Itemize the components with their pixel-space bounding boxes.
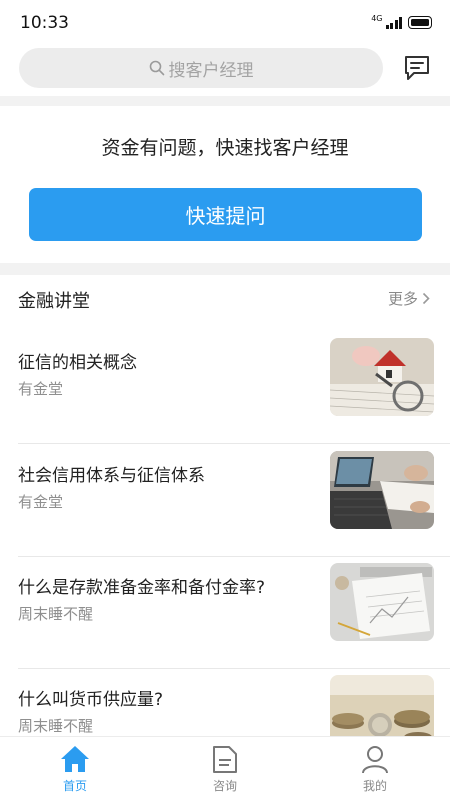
article-author: 有金堂 xyxy=(18,493,64,511)
battery-icon xyxy=(408,16,432,29)
status-icons: 4G xyxy=(371,14,432,29)
tab-consult[interactable]: 咨询 xyxy=(150,737,300,801)
signal-icon xyxy=(385,16,402,29)
article-title: 什么是存款准备金率和备付金率? xyxy=(18,578,266,598)
chevron-right-icon xyxy=(422,292,430,305)
article-author: 周末睡不醒 xyxy=(18,605,94,623)
tab-label: 首页 xyxy=(62,779,87,793)
user-icon xyxy=(362,746,388,774)
search-placeholder: 搜客户经理 xyxy=(168,60,254,81)
article-item[interactable]: 什么是存款准备金率和备付金率? 周末睡不醒 xyxy=(0,557,450,669)
article-thumbnail xyxy=(330,338,434,416)
status-bar: 10:33 4G xyxy=(0,0,450,44)
tab-bar: 首页 咨询 我的 xyxy=(0,736,450,801)
tab-label: 我的 xyxy=(362,779,387,793)
tab-home[interactable]: 首页 xyxy=(0,737,150,801)
article-author: 有金堂 xyxy=(18,380,64,398)
tab-mine[interactable]: 我的 xyxy=(300,737,450,801)
row-divider xyxy=(18,443,450,444)
article-author: 周末睡不醒 xyxy=(18,717,94,735)
section-title: 金融讲堂 xyxy=(18,291,90,312)
article-thumbnail xyxy=(330,563,434,641)
home-icon xyxy=(61,746,89,772)
finance-lecture-header: 金融讲堂 更多 xyxy=(0,278,450,318)
section-divider xyxy=(0,96,450,106)
article-title: 征信的相关概念 xyxy=(18,353,137,373)
quick-ask-button[interactable]: 快速提问 xyxy=(29,188,422,241)
tab-label: 咨询 xyxy=(212,779,237,793)
article-item[interactable]: 征信的相关概念 有金堂 xyxy=(0,332,450,444)
article-title: 什么叫货币供应量? xyxy=(18,690,164,710)
network-label: 4G xyxy=(371,14,383,23)
search-input[interactable]: 搜客户经理 xyxy=(19,48,383,88)
more-link[interactable]: 更多 xyxy=(388,288,430,309)
more-label: 更多 xyxy=(387,290,418,308)
section-divider xyxy=(0,263,450,275)
search-icon xyxy=(149,60,164,76)
ask-prompt: 资金有问题，快速找客户经理 xyxy=(101,137,349,159)
article-title: 社会信用体系与征信体系 xyxy=(18,466,205,486)
status-time: 10:33 xyxy=(20,13,69,33)
message-icon[interactable] xyxy=(402,53,432,83)
article-thumbnail xyxy=(330,451,434,529)
folder-icon xyxy=(213,746,237,773)
article-item[interactable]: 社会信用体系与征信体系 有金堂 xyxy=(0,445,450,557)
